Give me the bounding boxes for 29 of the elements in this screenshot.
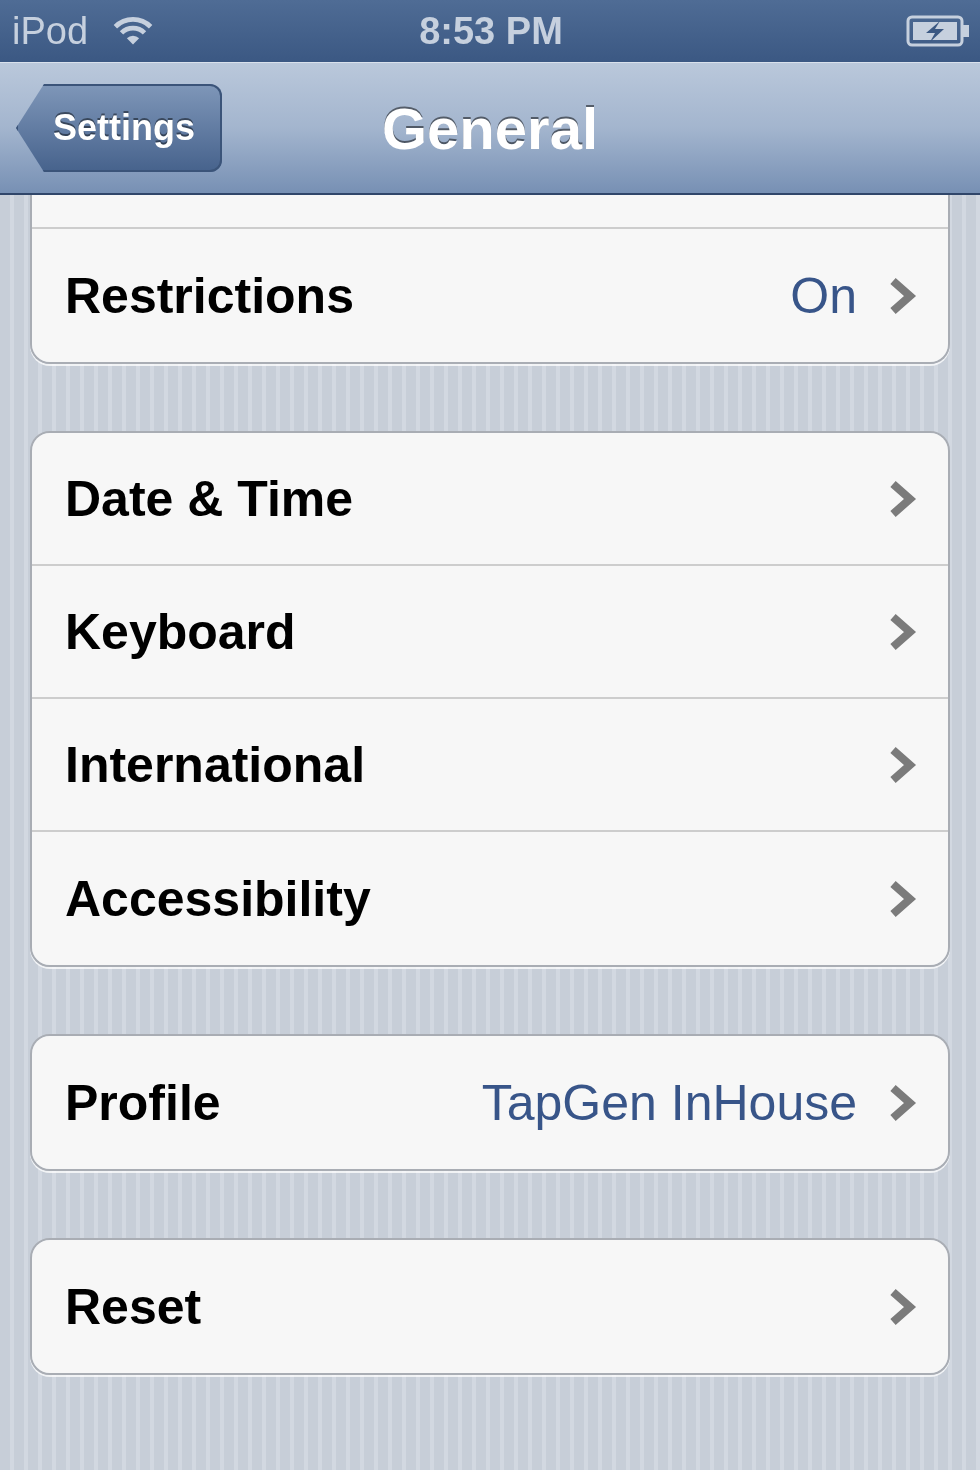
settings-row[interactable]: Profile TapGen InHouse <box>32 1036 948 1169</box>
chevron-icon <box>889 745 917 784</box>
chevron-icon <box>889 612 917 651</box>
setting-value: TapGen InHouse <box>481 1073 857 1132</box>
setting-label: Accessibility <box>65 869 372 928</box>
settings-row[interactable]: Accessibility <box>32 832 948 965</box>
settings-row[interactable]: International <box>32 699 948 832</box>
setting-label: Reset <box>65 1277 203 1336</box>
setting-label: Restrictions <box>65 266 355 325</box>
settings-row[interactable] <box>32 195 948 229</box>
settings-row[interactable]: Reset <box>32 1240 948 1373</box>
chevron-icon <box>889 276 917 315</box>
back-button[interactable]: Settings <box>16 84 222 172</box>
setting-label: Keyboard <box>65 602 297 661</box>
nav-title: General <box>382 94 598 162</box>
chevron-icon <box>889 1083 917 1122</box>
setting-value: On <box>790 266 857 325</box>
battery-charging-icon <box>906 15 970 47</box>
carrier-name: iPod <box>12 9 89 53</box>
setting-label: International <box>65 735 367 794</box>
status-time: 8:53 PM <box>419 9 563 53</box>
setting-label: Profile <box>65 1073 222 1132</box>
settings-row[interactable]: Date & Time <box>32 433 948 566</box>
chevron-icon <box>889 479 917 518</box>
setting-label: Date & Time <box>65 469 355 528</box>
settings-row[interactable]: Keyboard <box>32 566 948 699</box>
chevron-icon <box>889 1287 917 1326</box>
settings-row[interactable]: Restrictions On <box>32 229 948 362</box>
chevron-icon <box>889 879 917 918</box>
